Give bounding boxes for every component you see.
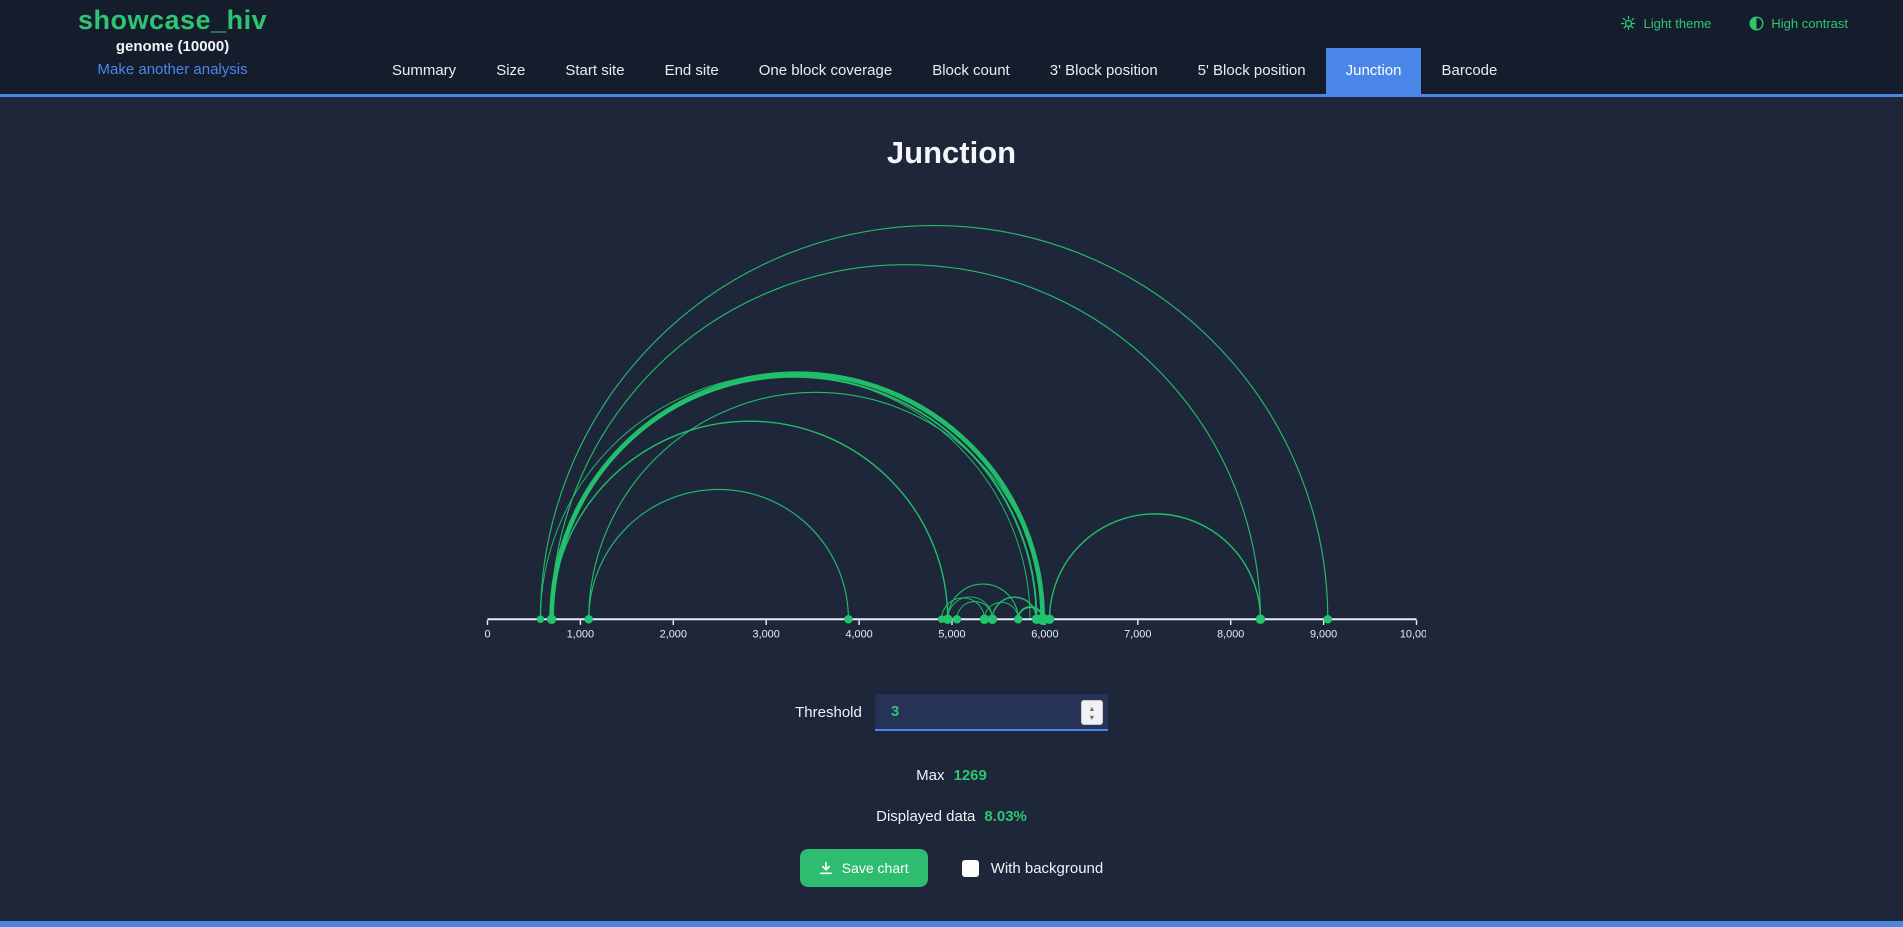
make-another-analysis-link[interactable]: Make another analysis: [78, 61, 267, 78]
chart-actions: Save chart With background: [800, 849, 1104, 887]
spinner-down-icon[interactable]: ▾: [1090, 713, 1094, 722]
axis-tick-label: 8,000: [1217, 628, 1244, 640]
displayed-data-value: 8.03%: [984, 808, 1027, 825]
tab-5-block-position[interactable]: 5' Block position: [1178, 48, 1326, 94]
axis-tick-label: 0: [484, 628, 490, 640]
axis-tick-label: 3,000: [752, 628, 779, 640]
junction-point: [584, 615, 593, 624]
junction-point: [546, 615, 555, 624]
arc: [551, 265, 1260, 620]
arc: [947, 584, 1017, 619]
number-spinner[interactable]: ▴▾: [1081, 700, 1103, 725]
tab-end-site[interactable]: End site: [645, 48, 739, 94]
junction-point: [536, 615, 544, 623]
download-icon: [819, 861, 833, 875]
axis-tick-label: 2,000: [659, 628, 686, 640]
junction-arc-chart: 0 1,000 2,000 3,000 4,000 5,000 6,000 7,000 8,00…: [478, 221, 1426, 644]
save-chart-button[interactable]: Save chart: [800, 849, 928, 887]
with-background-checkbox[interactable]: [962, 860, 979, 877]
junction-point: [987, 615, 996, 624]
displayed-data-label: Displayed data: [876, 808, 975, 825]
max-stat: Max 1269: [916, 767, 987, 784]
brand-block: showcase_hiv genome (10000) Make another…: [78, 5, 267, 78]
arc: [1049, 514, 1260, 619]
tab-bar: SummarySizeStart siteEnd siteOne block c…: [372, 48, 1517, 94]
displayed-data-stat: Displayed data 8.03%: [876, 808, 1027, 825]
arc-curves: [540, 226, 1327, 620]
junction-point: [1013, 615, 1022, 624]
contrast-icon: [1749, 16, 1764, 31]
junction-point: [952, 615, 961, 624]
app-title: showcase_hiv: [78, 5, 267, 36]
light-theme-toggle[interactable]: Light theme: [1621, 16, 1711, 31]
high-contrast-label: High contrast: [1771, 16, 1848, 31]
tab-start-site[interactable]: Start site: [545, 48, 644, 94]
genome-subtitle: genome (10000): [78, 38, 267, 55]
arc: [540, 226, 1327, 620]
with-background-label: With background: [991, 860, 1104, 877]
threshold-input[interactable]: 3 ▴▾: [875, 694, 1108, 731]
axis-tick-label: 4,000: [845, 628, 872, 640]
light-theme-label: Light theme: [1643, 16, 1711, 31]
page-title: Junction: [887, 135, 1016, 171]
tab-summary[interactable]: Summary: [372, 48, 476, 94]
junction-point: [1255, 615, 1264, 624]
max-value: 1269: [953, 767, 986, 784]
threshold-control: Threshold 3 ▴▾: [795, 694, 1108, 731]
arc: [540, 374, 1030, 619]
arc: [588, 489, 848, 619]
sun-icon: [1621, 16, 1636, 31]
main-content: Junction 0 1,000 2,000 3,000 4,000 5,000 6,000…: [0, 97, 1903, 887]
tab-one-block-coverage[interactable]: One block coverage: [739, 48, 912, 94]
app-header: showcase_hiv genome (10000) Make another…: [0, 0, 1903, 97]
tab-junction[interactable]: Junction: [1326, 48, 1422, 94]
tab-barcode[interactable]: Barcode: [1421, 48, 1517, 94]
axis-tick-label: 9,000: [1309, 628, 1336, 640]
save-chart-label: Save chart: [842, 860, 909, 876]
tab-3-block-position[interactable]: 3' Block position: [1030, 48, 1178, 94]
axis-tick-label: 5,000: [938, 628, 965, 640]
theme-toggles: Light theme High contrast: [1621, 16, 1848, 31]
threshold-value: 3: [891, 703, 899, 720]
axis-tick-label: 1,000: [566, 628, 593, 640]
tab-size[interactable]: Size: [476, 48, 545, 94]
junction-point: [1044, 615, 1053, 624]
threshold-label: Threshold: [795, 704, 862, 721]
tab-block-count[interactable]: Block count: [912, 48, 1030, 94]
axis-tick-label: 6,000: [1031, 628, 1058, 640]
axis-tick-label: 7,000: [1124, 628, 1151, 640]
high-contrast-toggle[interactable]: High contrast: [1749, 16, 1848, 31]
spinner-up-icon[interactable]: ▴: [1090, 704, 1094, 713]
junction-point: [1323, 615, 1332, 624]
junction-point: [844, 615, 853, 624]
axis-tick-label: 10,000: [1399, 628, 1425, 640]
junction-point: [942, 615, 951, 624]
max-label: Max: [916, 767, 944, 784]
bottom-accent-bar: [0, 921, 1903, 927]
